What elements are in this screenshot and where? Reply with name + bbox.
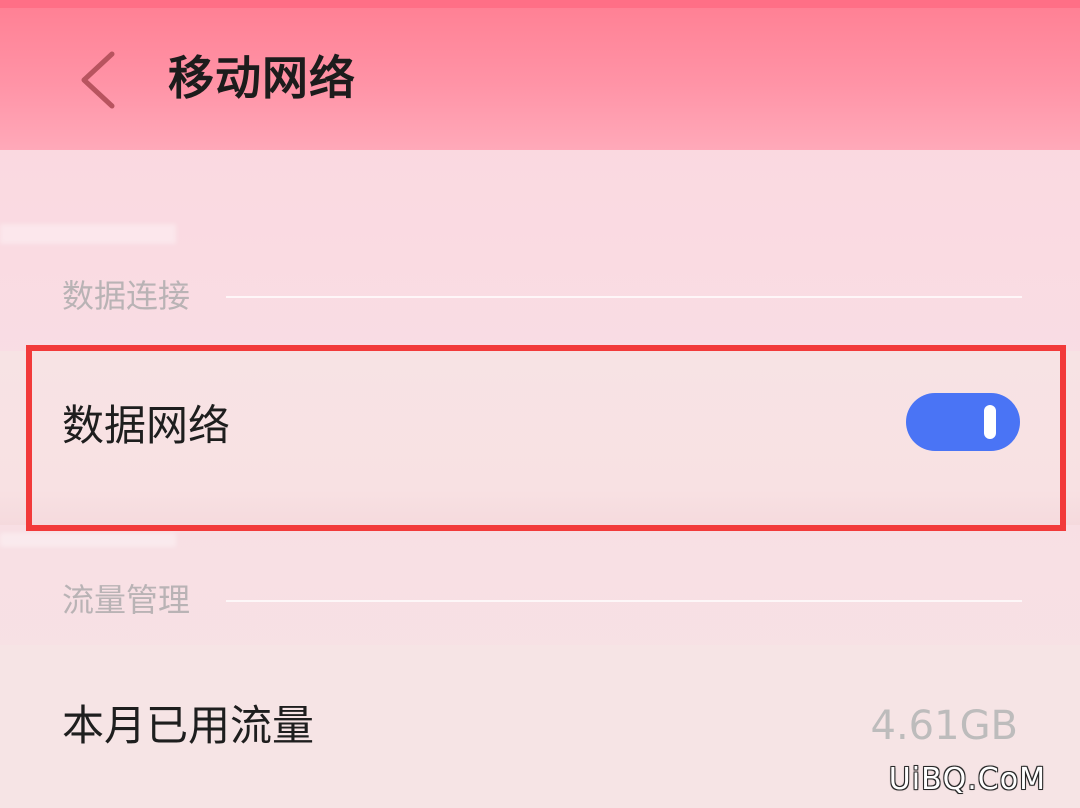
background-artifact — [0, 224, 176, 244]
page-title: 移动网络 — [168, 51, 356, 105]
app-header: 移动网络 — [0, 0, 1080, 150]
section-label: 数据连接 — [62, 277, 191, 315]
section-divider — [226, 296, 1022, 298]
back-button[interactable] — [66, 44, 136, 116]
watermark: UiBQ.CoM — [888, 762, 1046, 797]
data-network-label: 数据网络 — [62, 401, 231, 450]
section-divider — [226, 600, 1022, 602]
chevron-left-icon — [81, 51, 115, 109]
monthly-usage-label: 本月已用流量 — [62, 701, 315, 750]
section-header-data-connection: 数据连接 — [62, 276, 1022, 316]
section-label: 流量管理 — [62, 581, 191, 619]
header-top-edge — [0, 0, 1080, 8]
data-network-toggle[interactable] — [906, 393, 1020, 451]
mobile-network-page: 移动网络 数据连接 数据网络 流量管理 本月已用流量 4.61GB UiBQ.C… — [0, 0, 1080, 808]
monthly-usage-value: 4.61GB — [870, 703, 1019, 749]
section-header-traffic-management: 流量管理 — [62, 580, 1022, 620]
background-artifact — [0, 533, 176, 547]
toggle-knob — [984, 405, 996, 439]
